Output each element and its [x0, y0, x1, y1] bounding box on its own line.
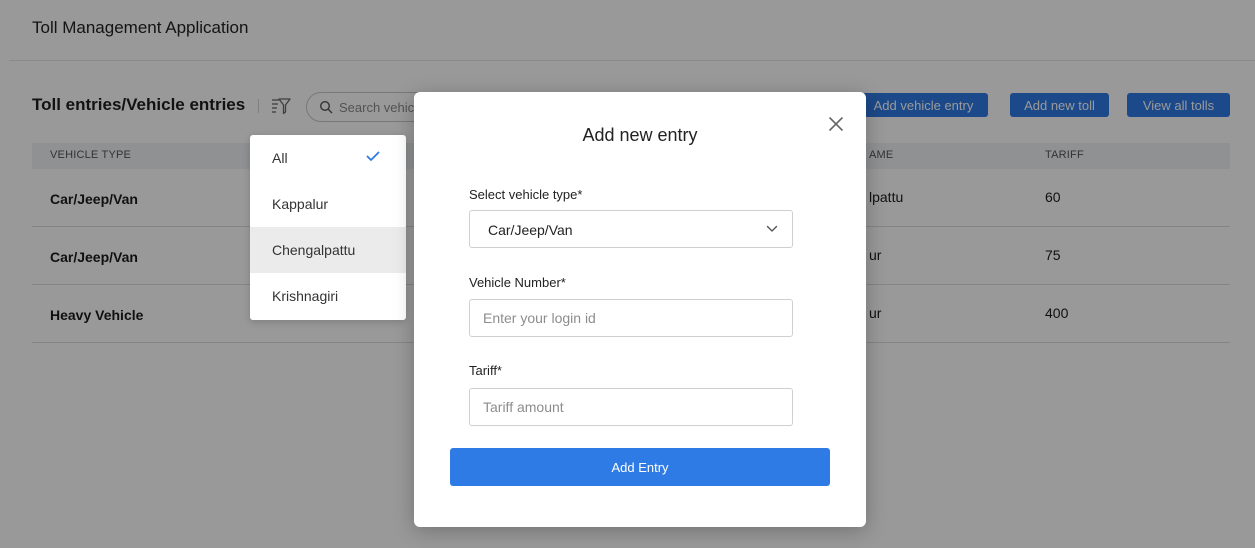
filter-option-label: Chengalpattu — [272, 242, 356, 258]
tariff-label: Tariff* — [469, 363, 502, 378]
filter-option-label: All — [272, 150, 288, 166]
filter-option-kappalur[interactable]: Kappalur — [250, 181, 406, 227]
close-icon[interactable] — [826, 114, 846, 134]
check-icon — [366, 151, 380, 161]
vehicle-type-value: Car/Jeep/Van — [488, 222, 573, 238]
tariff-field[interactable] — [469, 388, 793, 426]
toll-filter-dropdown: All Kappalur Chengalpattu Krishnagiri — [250, 135, 406, 320]
vehicle-number-field[interactable] — [469, 299, 793, 337]
filter-option-all[interactable]: All — [250, 135, 406, 181]
vehicle-number-label: Vehicle Number* — [469, 275, 566, 290]
chevron-down-icon — [766, 225, 778, 232]
filter-option-label: Kappalur — [272, 196, 329, 212]
vehicle-type-label: Select vehicle type* — [469, 187, 583, 202]
vehicle-type-select[interactable]: Car/Jeep/Van — [469, 210, 793, 248]
modal-title: Add new entry — [582, 125, 698, 145]
add-entry-button[interactable]: Add Entry — [450, 448, 830, 486]
add-entry-modal: Add new entry Select vehicle type* Car/J… — [414, 92, 866, 527]
filter-option-chengalpattu[interactable]: Chengalpattu — [250, 227, 406, 273]
filter-option-label: Krishnagiri — [272, 288, 339, 304]
filter-option-krishnagiri[interactable]: Krishnagiri — [250, 273, 406, 319]
